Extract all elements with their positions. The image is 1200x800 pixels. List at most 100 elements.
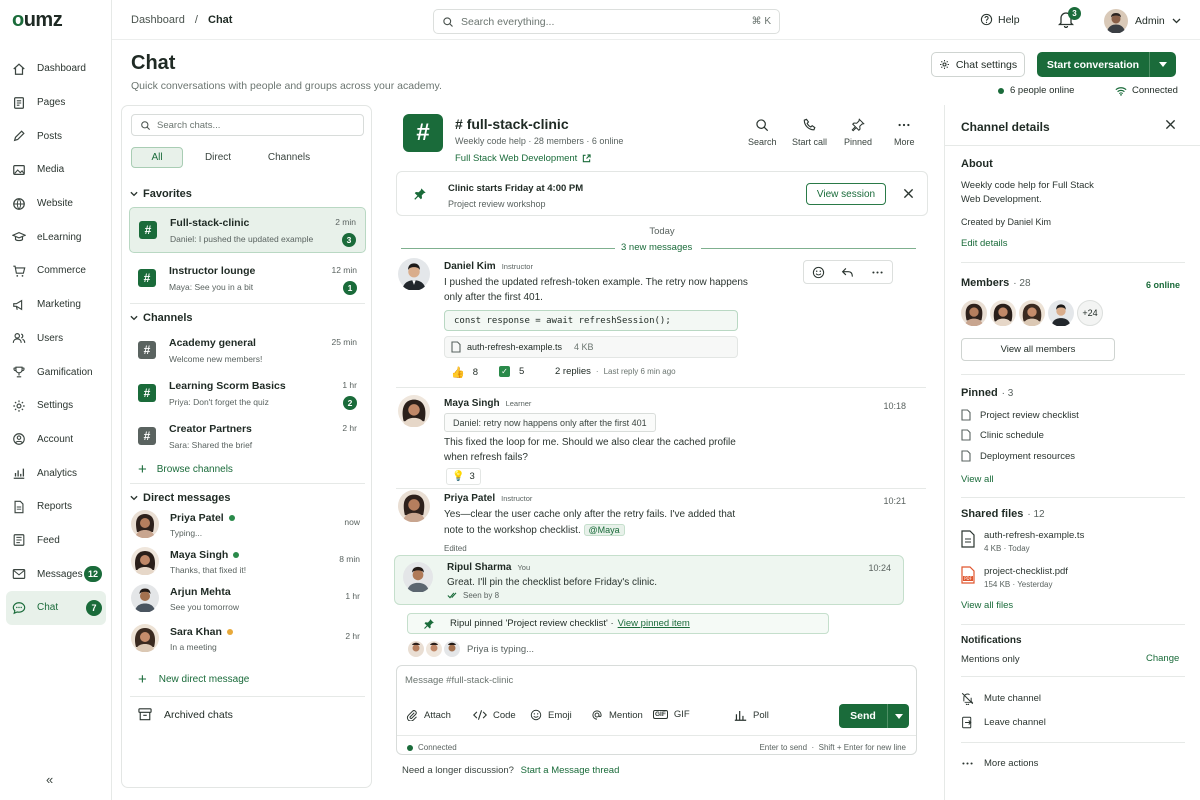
logo[interactable]: oumz xyxy=(12,9,63,32)
more-button[interactable]: More xyxy=(894,118,915,147)
emoji-button[interactable]: Emoji xyxy=(530,709,572,721)
search-channel-button[interactable]: Search xyxy=(748,118,777,147)
pinned-item[interactable]: Clinic schedule xyxy=(961,429,1044,441)
mention-chip[interactable]: @Maya xyxy=(583,523,625,536)
send-options-dropdown[interactable] xyxy=(887,704,909,728)
sidebar-item-reports[interactable]: Reports xyxy=(6,490,106,524)
pin-icon xyxy=(414,188,426,200)
new-direct-message-link[interactable]: + New direct message xyxy=(138,671,249,688)
sidebar-item-account[interactable]: Account xyxy=(6,423,106,457)
filter-tab-channels[interactable]: Channels xyxy=(263,147,315,168)
favorites-section-header[interactable]: Favorites xyxy=(130,188,192,200)
more-actions-button[interactable]: More actions xyxy=(961,757,1038,770)
message-input[interactable]: Message #full-stack-clinic xyxy=(405,675,513,686)
pin-icon xyxy=(851,118,865,132)
view-all-members-button[interactable]: View all members xyxy=(961,338,1115,361)
send-button[interactable]: Send xyxy=(839,704,909,728)
sidebar-item-chat[interactable]: Chat 7 xyxy=(6,591,106,625)
attach-button[interactable]: Attach xyxy=(406,709,451,721)
reaction-thumbs-up[interactable]: 👍 8 xyxy=(451,366,478,379)
sidebar-item-gamification[interactable]: Gamification xyxy=(6,355,106,389)
sidebar-item-settings[interactable]: Settings xyxy=(6,389,106,423)
poll-button[interactable]: Poll xyxy=(734,709,769,721)
sidebar-item-marketing[interactable]: Marketing xyxy=(6,288,106,322)
breadcrumb-dashboard[interactable]: Dashboard xyxy=(131,14,185,26)
dm-item-sara-khan[interactable]: Sara Khan In a meeting 2 hr xyxy=(131,621,364,659)
quoted-message[interactable]: Daniel: retry now happens only after the… xyxy=(444,413,656,432)
channels-section-header[interactable]: Channels xyxy=(130,312,193,324)
shared-files-heading: Shared files · 12 xyxy=(961,508,1045,520)
sidebar-item-commerce[interactable]: Commerce xyxy=(6,254,106,288)
thread-replies[interactable]: 2 replies · Last reply 6 min ago xyxy=(555,366,676,377)
direct-messages-section-header[interactable]: Direct messages xyxy=(130,492,230,504)
pinned-button[interactable]: Pinned xyxy=(844,118,872,147)
sidebar-item-website[interactable]: Website xyxy=(6,187,106,221)
archived-chats-link[interactable]: Archived chats xyxy=(138,708,233,721)
chat-settings-button[interactable]: Chat settings xyxy=(931,52,1025,77)
chat-item-learning-scorm-basics[interactable]: # Learning Scorm Basics Priya: Don't for… xyxy=(129,371,366,417)
reaction-check[interactable]: ✓ 5 xyxy=(499,366,524,377)
chat-search-input[interactable]: Search chats... xyxy=(131,114,364,136)
chat-item-creator-partners[interactable]: # Creator Partners Sara: Shared the brie… xyxy=(129,414,366,460)
start-call-button[interactable]: Start call xyxy=(792,118,827,147)
filter-tab-direct[interactable]: Direct xyxy=(195,147,241,168)
view-all-files-link[interactable]: View all files xyxy=(961,600,1013,611)
connection-status: Connected xyxy=(1115,85,1178,96)
shared-file[interactable]: PDF project-checklist.pdf 154 KB · Yester… xyxy=(961,566,1068,589)
reply-icon[interactable] xyxy=(841,266,854,279)
sidebar-item-messages[interactable]: Messages 12 xyxy=(6,557,106,591)
sidebar-item-dashboard[interactable]: Dashboard xyxy=(6,52,106,86)
chat-item-instructor-lounge[interactable]: # Instructor lounge Maya: See you in a b… xyxy=(129,256,366,302)
mention-button[interactable]: Mention xyxy=(591,709,643,721)
close-icon[interactable] xyxy=(1165,119,1176,130)
file-attachment[interactable]: auth-refresh-example.ts 4 KB xyxy=(444,336,738,358)
pinned-item[interactable]: Deployment resources xyxy=(961,450,1075,462)
message-hover-actions xyxy=(803,260,893,284)
help-button[interactable]: Help xyxy=(980,13,1020,26)
sidebar: oumz Dashboard Pages Posts Media Website… xyxy=(0,0,112,800)
sidebar-item-pages[interactable]: Pages xyxy=(6,86,106,120)
sidebar-item-media[interactable]: Media xyxy=(6,153,106,187)
chat-item-academy-general[interactable]: # Academy general Welcome new members! 2… xyxy=(129,328,366,374)
code-button[interactable]: Code xyxy=(473,709,516,721)
chat-item-full-stack-clinic[interactable]: # Full-stack-clinic Daniel: I pushed the… xyxy=(129,207,366,253)
view-all-pinned-link[interactable]: View all xyxy=(961,474,994,485)
sidebar-item-feed[interactable]: Feed xyxy=(6,524,106,558)
gif-button[interactable]: GIF GIF xyxy=(653,709,690,720)
filter-tab-all[interactable]: All xyxy=(131,147,183,168)
collapse-sidebar-button[interactable]: « xyxy=(46,772,53,787)
more-icon[interactable] xyxy=(871,266,884,279)
start-thread-link[interactable]: Start a Message thread xyxy=(521,765,620,776)
dm-item-arjun-mehta[interactable]: Arjun Mehta See you tomorrow 1 hr xyxy=(131,581,364,619)
avatar xyxy=(1019,300,1045,326)
start-conversation-button[interactable]: Start conversation xyxy=(1037,52,1176,77)
view-pinned-item-link[interactable]: View pinned item xyxy=(618,618,690,629)
sidebar-item-users[interactable]: Users xyxy=(6,322,106,356)
notifications-button[interactable]: 3 xyxy=(1058,7,1081,28)
member-avatars[interactable]: +24 xyxy=(961,300,1103,326)
emoji-icon[interactable] xyxy=(812,266,825,279)
reaction-lightbulb[interactable]: 💡 3 xyxy=(446,468,481,485)
start-conversation-dropdown[interactable] xyxy=(1149,52,1176,77)
edit-details-link[interactable]: Edit details xyxy=(961,238,1007,249)
members-heading: Members · 28 xyxy=(961,277,1031,289)
message-priya-patel: Priya Patel Instructor 10:21 Yes—clear th… xyxy=(396,490,926,553)
course-link[interactable]: Full Stack Web Development xyxy=(455,153,591,164)
global-search-input[interactable]: Search everything... ⌘ K xyxy=(433,9,780,34)
image-icon xyxy=(13,164,25,175)
mute-channel-button[interactable]: Mute channel xyxy=(961,692,1041,705)
close-icon[interactable] xyxy=(903,188,914,199)
pinned-item[interactable]: Project review checklist xyxy=(961,409,1079,421)
code-snippet[interactable]: const response = await refreshSession(); xyxy=(444,310,738,331)
change-notifications-link[interactable]: Change xyxy=(1146,653,1179,664)
shared-file[interactable]: auth-refresh-example.ts 4 KB · Today xyxy=(961,530,1084,553)
sidebar-item-analytics[interactable]: Analytics xyxy=(6,456,106,490)
dm-item-maya-singh[interactable]: Maya Singh Thanks, that fixed it! 8 min xyxy=(131,544,364,582)
sidebar-item-elearning[interactable]: eLearning xyxy=(6,220,106,254)
leave-channel-button[interactable]: Leave channel xyxy=(961,716,1046,729)
sidebar-item-posts[interactable]: Posts xyxy=(6,119,106,153)
dm-item-priya-patel[interactable]: Priya Patel Typing... now xyxy=(131,507,364,545)
user-menu[interactable]: Admin xyxy=(1104,9,1181,33)
browse-channels-link[interactable]: + Browse channels xyxy=(138,461,233,478)
view-session-button[interactable]: View session xyxy=(806,183,886,205)
